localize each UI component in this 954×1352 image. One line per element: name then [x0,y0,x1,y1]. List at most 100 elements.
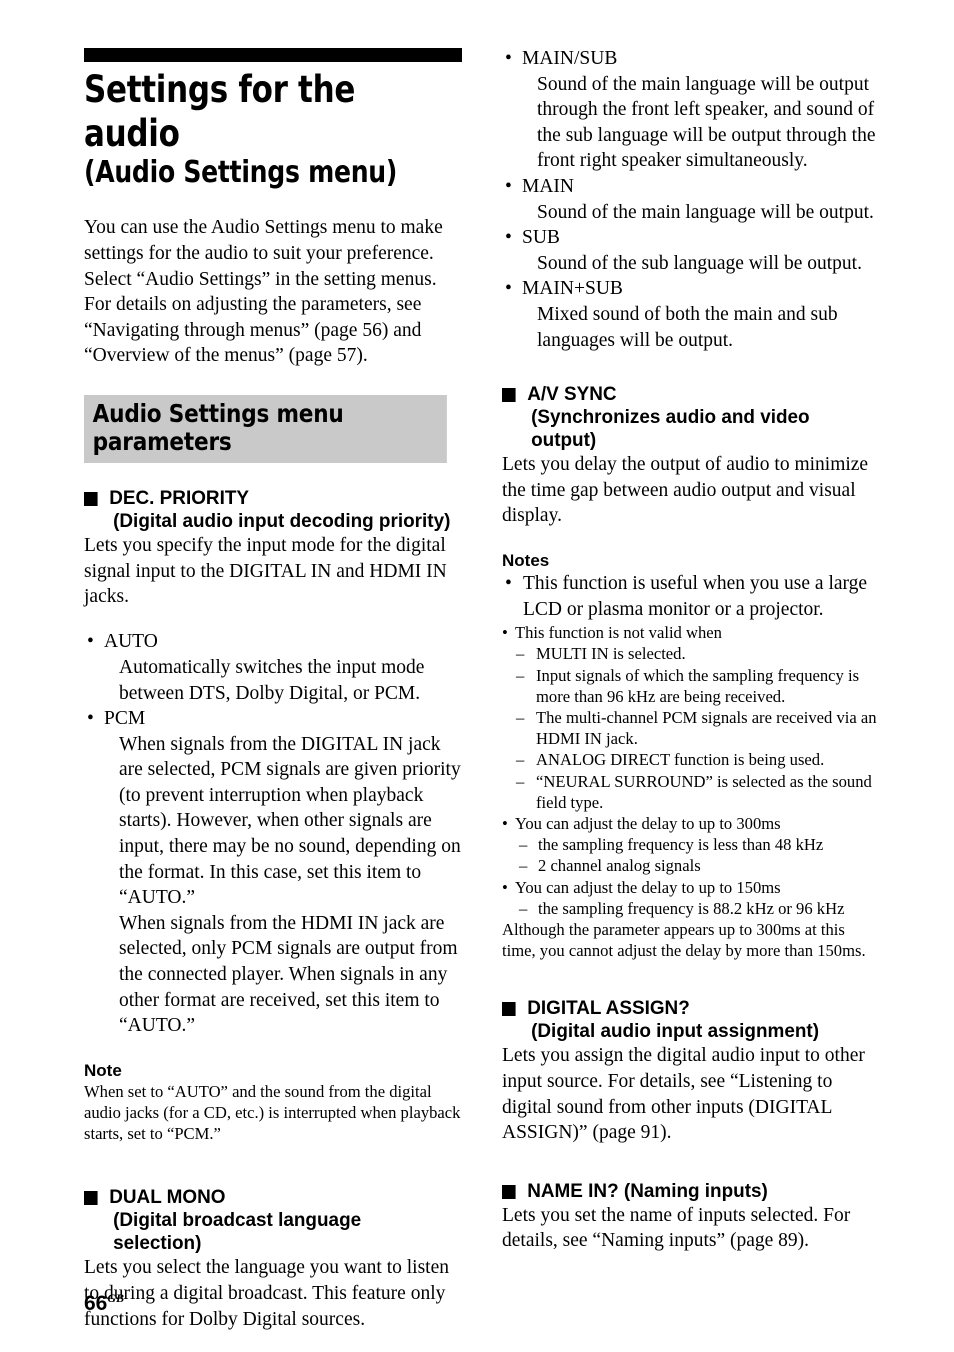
bullet-icon: • [505,278,512,300]
av-sync-intro: Lets you delay the output of audio to mi… [502,454,869,527]
option-description: When signals from the DIGITAL IN jack ar… [119,733,461,909]
heading-digital-assign: DIGITAL ASSIGN? (Digital audio input ass… [502,997,869,1043]
heading-av-sync-main: A/V SYNC [527,383,617,406]
page-title-line2: (Audio Settings menu) [84,155,398,191]
list-item: • AUTO Automatically switches the input … [84,629,462,706]
bullet-icon: • [87,708,94,730]
heading-dec-priority-sub: (Digital audio input decoding priority) [113,510,451,533]
bullet-icon: • [502,623,508,643]
av-sync-150ms-sublist: – the sampling frequency is 88.2 kHz or … [502,898,880,919]
heading-dual-mono: DUAL MONO (Digital broadcast language se… [84,1186,451,1255]
dec-priority-option-list: • AUTO Automatically switches the input … [84,629,462,1039]
square-bullet-icon [502,388,516,403]
page-folio: 66GB [84,1292,124,1314]
list-item: – the sampling frequency is less than 48… [502,834,880,855]
list-item: • MAIN+SUB Mixed sound of both the main … [502,276,880,353]
title-rule [84,48,462,62]
left-column: Settings for the audio (Audio Settings m… [84,0,462,1352]
heading-av-sync: A/V SYNC (Synchronizes audio and video o… [502,383,869,452]
heading-dual-mono-sub: (Digital broadcast language selection) [113,1209,362,1255]
note-text: This function is not valid when [515,623,722,643]
bullet-icon: • [505,48,512,69]
option-label: MAIN/SUB [522,48,618,69]
manual-page: Settings for the audio (Audio Settings m… [0,0,954,1352]
option-description: Automatically switches the input mode be… [119,656,425,704]
list-item: • SUB Sound of the sub language will be … [502,225,880,276]
sub-item-text: “NEURAL SURROUND” is selected as the sou… [536,771,872,812]
bullet-icon: • [502,813,508,833]
page-number: 66 [84,1292,108,1315]
intro-paragraph: You can use the Audio Settings menu to m… [84,217,443,367]
heading-dec-priority: DEC. PRIORITY (Digital audio input decod… [84,487,451,533]
square-bullet-icon [84,1191,98,1206]
option-label: PCM [104,708,146,730]
option-description: Mixed sound of both the main and sub lan… [537,303,838,351]
heading-name-in-main: NAME IN? (Naming inputs) [527,1179,768,1202]
note-body: When set to “AUTO” and the sound from th… [84,1081,461,1144]
note-heading: Note [84,1060,122,1080]
digital-assign-body: Lets you assign the digital audio input … [502,1045,865,1144]
right-column: • MAIN/SUB Sound of the main language wi… [502,0,880,1273]
heading-name-in: NAME IN? (Naming inputs) [502,1180,869,1203]
notes-heading: Notes [502,550,550,570]
option-label: SUB [522,227,560,249]
list-item: – 2 channel analog signals [502,855,880,876]
bullet-icon: • [505,227,512,249]
sub-item-text: Input signals of which the sampling freq… [536,665,860,706]
av-sync-tail-text: Although the parameter appears up to 300… [502,919,866,961]
bullet-icon: • [505,572,512,594]
dash-icon: – [519,856,528,876]
square-bullet-icon [502,1002,516,1017]
dash-icon: – [519,835,528,855]
option-description-2: When signals from the HDMI IN jack are s… [119,912,458,1037]
option-description: Sound of the main language will be outpu… [537,201,874,223]
note-text: You can adjust the delay to up to 300ms [515,813,781,833]
av-sync-not-valid-sublist: – MULTI IN is selected. – Input signals … [502,643,880,813]
option-label: MAIN+SUB [522,278,623,300]
list-item: – Input signals of which the sampling fr… [502,665,880,707]
av-sync-150ms-list: • You can adjust the delay to up to 150m… [502,877,880,898]
heading-digital-assign-sub: (Digital audio input assignment) [531,1020,820,1043]
dual-mono-option-list: • MAIN/SUB Sound of the main language wi… [502,46,880,353]
dash-icon: – [516,750,525,770]
list-item: • MAIN Sound of the main language will b… [502,174,880,225]
list-item: • PCM When signals from the DIGITAL IN j… [84,706,462,1039]
heading-dec-priority-main: DEC. PRIORITY [109,487,250,510]
av-sync-300ms-list: • You can adjust the delay to up to 300m… [502,813,880,834]
bullet-icon: • [87,631,94,653]
av-sync-300ms-sublist: – the sampling frequency is less than 48… [502,834,880,876]
option-label: AUTO [104,631,158,653]
list-item: – “NEURAL SURROUND” is selected as the s… [502,771,880,813]
page-title: Settings for the audio (Audio Settings m… [84,68,436,191]
list-item: • MAIN/SUB Sound of the main language wi… [502,46,880,174]
square-bullet-icon [502,1184,516,1199]
sub-item-text: the sampling frequency is 88.2 kHz or 96… [538,898,845,918]
list-item: – the sampling frequency is 88.2 kHz or … [502,898,880,919]
list-item: • You can adjust the delay to up to 150m… [502,877,880,898]
list-item: • You can adjust the delay to up to 300m… [502,813,880,834]
page-region-mark: GB [107,1291,125,1305]
av-sync-note-large-list: • This function is useful when you use a… [502,571,880,622]
option-label: MAIN [522,175,574,197]
sub-item-text: ANALOG DIRECT function is being used. [536,750,825,770]
dash-icon: – [516,707,525,727]
sub-item-text: MULTI IN is selected. [536,644,686,664]
av-sync-not-valid-list: • This function is not valid when [502,622,880,643]
sub-item-text: 2 channel analog signals [538,856,701,876]
bullet-icon: • [505,175,512,197]
heading-av-sync-sub: (Synchronizes audio and video output) [531,406,810,452]
dual-mono-intro: Lets you select the language you want to… [84,1257,449,1330]
heading-dual-mono-main: DUAL MONO [109,1186,226,1209]
bullet-icon: • [502,877,508,897]
square-bullet-icon [84,492,98,507]
dash-icon: – [516,644,525,664]
list-item: – The multi-channel PCM signals are rece… [502,707,880,749]
option-description: Sound of the main language will be outpu… [537,73,876,172]
list-item: • This function is not valid when [502,622,880,643]
section-header-bar: Audio Settings menu parameters [84,395,447,464]
sub-item-text: The multi-channel PCM signals are receiv… [536,707,877,749]
list-item: – MULTI IN is selected. [502,643,880,664]
dash-icon: – [516,665,525,685]
option-description: Sound of the sub language will be output… [537,252,862,274]
name-in-body: Lets you set the name of inputs selected… [502,1204,851,1252]
